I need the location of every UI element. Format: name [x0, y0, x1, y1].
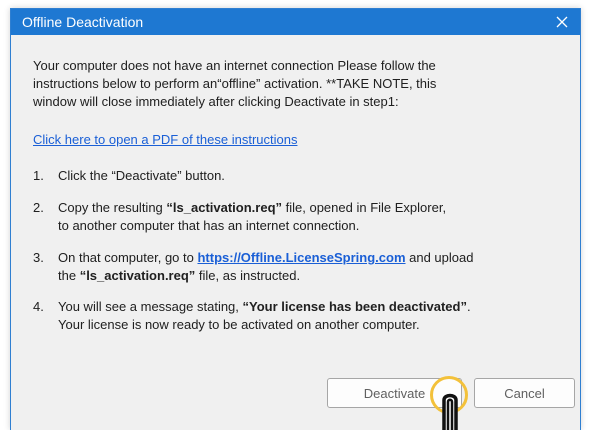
close-icon — [556, 16, 568, 28]
step-text: Click the “Deactivate” button. — [58, 168, 225, 183]
filename-bold: “ls_activation.req” — [79, 268, 196, 283]
step-text: file, as instructed. — [195, 268, 301, 283]
licensespring-url-link[interactable]: https://Offline.LicenseSpring.com — [197, 250, 405, 265]
intro-line: instructions below to perform an“offline… — [33, 76, 437, 91]
title-bar[interactable]: Offline Deactivation — [11, 9, 580, 35]
step-text: Copy the resulting — [58, 200, 167, 215]
dialog-title: Offline Deactivation — [22, 14, 144, 30]
step-text: . — [466, 299, 471, 314]
step-number: 2. — [33, 200, 44, 215]
offline-deactivation-dialog: Offline Deactivation Your computer does … — [10, 8, 581, 430]
step-text: file, opened in File Explorer, — [282, 200, 447, 215]
pdf-instructions-link[interactable]: Click here to open a PDF of these instru… — [33, 132, 297, 147]
step-number: 4. — [33, 299, 44, 314]
step-number: 1. — [33, 168, 44, 183]
intro-text: Your computer does not have an internet … — [33, 57, 563, 111]
intro-line: Your computer does not have an internet … — [33, 58, 436, 73]
cancel-button[interactable]: Cancel — [474, 378, 575, 408]
step-text: Your license is now ready to be activate… — [58, 317, 420, 332]
hand-pointer-icon — [442, 393, 458, 430]
step-text: You will see a message stating, — [58, 299, 243, 314]
close-button[interactable] — [544, 9, 580, 35]
step-number: 3. — [33, 250, 44, 265]
message-bold: “Your license has been deactivated” — [242, 299, 467, 314]
filename-bold: “ls_activation.req” — [166, 200, 283, 215]
step-text: and upload — [405, 250, 474, 265]
intro-line: window will close immediately after clic… — [33, 94, 399, 109]
step-text: the — [58, 268, 80, 283]
step-text: to another computer that has an internet… — [58, 218, 360, 233]
step-text: On that computer, go to — [58, 250, 198, 265]
